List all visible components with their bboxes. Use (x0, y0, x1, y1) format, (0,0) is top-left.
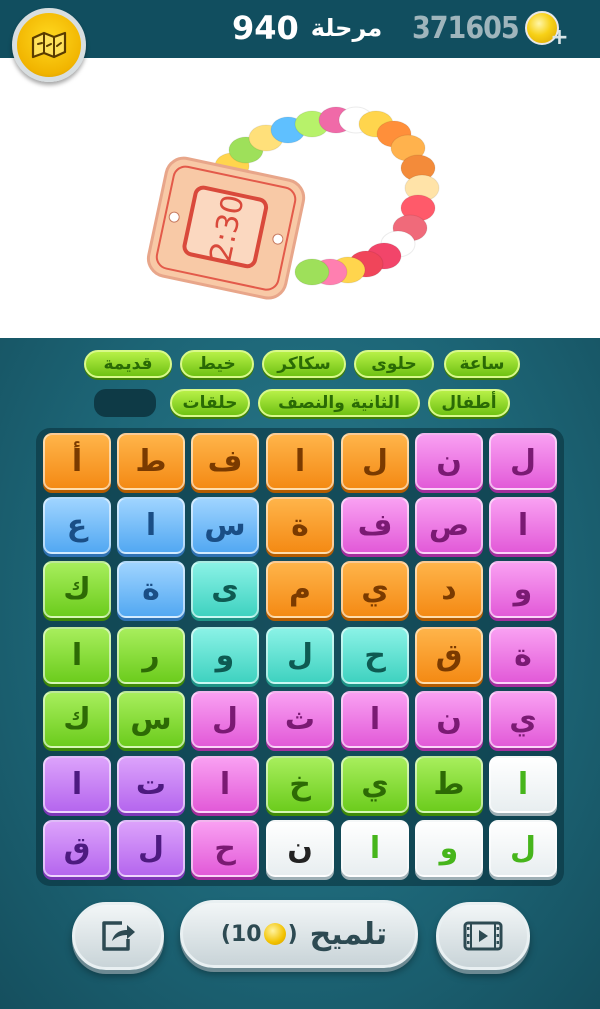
hint-cost-value: 10 (230, 921, 262, 947)
letter-tile[interactable]: ق (43, 820, 111, 877)
word-chip-3: سكاكر (262, 350, 346, 378)
letter-tile[interactable]: م (266, 561, 334, 618)
letter-tile[interactable]: ا (43, 756, 111, 813)
word-chip-6: أطفال (428, 389, 510, 417)
letter-tile[interactable]: ح (341, 627, 409, 684)
letter-tile[interactable]: أ (43, 433, 111, 490)
letter-tile[interactable]: ص (415, 497, 483, 554)
word-chip-hidden (94, 389, 156, 417)
letter-tile[interactable]: ع (43, 497, 111, 554)
share-button[interactable] (72, 902, 164, 970)
letter-tile[interactable]: ل (191, 691, 259, 748)
coin-count: 371605 (412, 10, 520, 46)
word-chip-2: حلوى (354, 350, 434, 378)
letter-tile[interactable]: ك (43, 561, 111, 618)
letter-tile[interactable]: ح (191, 820, 259, 877)
letter-tile[interactable]: خ (266, 756, 334, 813)
letter-tile[interactable]: ل (489, 433, 557, 490)
word-chip-1: ساعة (444, 350, 520, 378)
hint-button[interactable]: (10) تلميح (180, 900, 418, 968)
map-icon (31, 31, 67, 59)
letter-tile[interactable]: ة (489, 627, 557, 684)
letter-tile[interactable]: ي (341, 756, 409, 813)
letter-tile[interactable]: ط (415, 756, 483, 813)
letter-tile[interactable]: و (415, 820, 483, 877)
word-chip-8: حلقات (170, 389, 250, 417)
letter-tile[interactable]: ي (489, 691, 557, 748)
candy-bracelet-image: 2:30 (146, 106, 440, 300)
letter-tile[interactable]: ا (191, 756, 259, 813)
letter-tile[interactable]: ي (341, 561, 409, 618)
map-button[interactable] (12, 8, 86, 82)
letter-tile[interactable]: ف (191, 433, 259, 490)
word-chip-7: الثانية والنصف (258, 389, 420, 417)
level-label: مرحلة (310, 14, 383, 42)
letter-tile[interactable]: و (489, 561, 557, 618)
puzzle-picture: 2:30 (0, 58, 600, 338)
candy-bead (294, 258, 330, 286)
coin-icon: + (524, 11, 569, 49)
level-indicator: 940 مرحلة (232, 8, 382, 48)
letter-tile[interactable]: ل (341, 433, 409, 490)
letter-tile[interactable]: ل (117, 820, 185, 877)
letter-tile[interactable]: ا (266, 433, 334, 490)
letter-tile[interactable]: ة (117, 561, 185, 618)
letter-tile[interactable]: ا (117, 497, 185, 554)
letter-tile[interactable]: ل (266, 627, 334, 684)
letter-tile[interactable]: ط (117, 433, 185, 490)
letter-tile[interactable]: ف (341, 497, 409, 554)
coin-balance[interactable]: 371605 + (412, 8, 569, 49)
letter-tile[interactable]: ل (489, 820, 557, 877)
word-chip-5: قديمة (84, 350, 172, 378)
video-icon (463, 921, 503, 951)
letter-tile[interactable]: ا (341, 691, 409, 748)
plus-icon[interactable]: + (550, 27, 568, 49)
letter-tile[interactable]: ث (266, 691, 334, 748)
share-icon (102, 921, 135, 951)
letter-tile[interactable]: و (191, 627, 259, 684)
video-button[interactable] (436, 902, 530, 970)
letter-tile[interactable]: ت (117, 756, 185, 813)
top-bar: 940 مرحلة 371605 + (0, 0, 600, 58)
letter-tile[interactable]: ن (415, 433, 483, 490)
letter-tile[interactable]: ق (415, 627, 483, 684)
letter-tile[interactable]: ا (341, 820, 409, 877)
letter-tile[interactable]: ى (191, 561, 259, 618)
letter-tile[interactable]: د (415, 561, 483, 618)
coin-icon (263, 923, 286, 945)
letter-tile[interactable]: ة (266, 497, 334, 554)
level-number: 940 (232, 9, 299, 47)
hint-cost: (10) (220, 921, 298, 947)
word-chip-4: خيط (180, 350, 254, 378)
letter-tile[interactable]: ن (415, 691, 483, 748)
letter-tile[interactable]: ر (117, 627, 185, 684)
word-list: ساعة حلوى سكاكر خيط قديمة أطفال الثانية … (0, 348, 600, 428)
hint-label: تلميح (309, 916, 388, 952)
letter-tile[interactable]: س (117, 691, 185, 748)
letter-tile[interactable]: ا (489, 497, 557, 554)
letter-tile[interactable]: ا (43, 627, 111, 684)
letter-tile[interactable]: ك (43, 691, 111, 748)
letter-tile[interactable]: ا (489, 756, 557, 813)
letter-tile[interactable]: س (191, 497, 259, 554)
letter-tile[interactable]: ن (266, 820, 334, 877)
